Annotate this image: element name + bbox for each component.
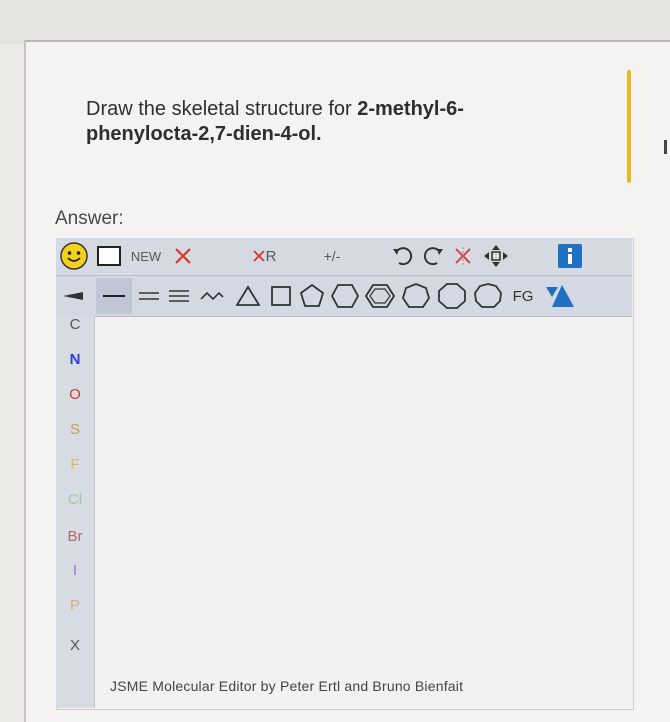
octagon-ring-icon (438, 283, 466, 309)
element-button-br[interactable]: Br (56, 528, 94, 545)
move-button[interactable] (480, 242, 512, 270)
r-group-button[interactable]: R (242, 242, 286, 270)
benzene-button[interactable] (362, 280, 398, 312)
wedge-bond-button[interactable] (58, 280, 88, 312)
hexagon-ring-icon (331, 284, 359, 308)
element-button-cl[interactable]: Cl (56, 491, 94, 508)
r-group-label: R (265, 247, 277, 265)
undo-button[interactable] (388, 242, 418, 270)
chain-icon (200, 291, 224, 301)
element-button-x[interactable]: X (56, 637, 94, 654)
delete-x-icon (175, 248, 191, 264)
info-icon (568, 248, 572, 264)
single-bond-button[interactable] (96, 278, 132, 314)
drawing-canvas[interactable] (95, 317, 632, 700)
new-label: NEW (130, 248, 162, 264)
select-rectangle-icon (97, 246, 121, 266)
element-button-n[interactable]: N (56, 351, 94, 368)
element-button-o[interactable]: O (56, 386, 94, 403)
move-arrows-icon (484, 245, 508, 267)
edge-mark (664, 140, 667, 154)
charge-label: +/- (323, 248, 341, 264)
compound-name-line2: phenylocta-2,7-dien-4-ol. (86, 123, 322, 145)
ring3-button[interactable] (230, 280, 266, 312)
redo-icon (423, 247, 443, 266)
triple-bond-icon (169, 290, 189, 302)
undo-icon (393, 247, 413, 266)
select-button[interactable] (94, 242, 124, 270)
r-group-delete-icon (252, 250, 265, 262)
double-bond-icon (139, 292, 159, 300)
benzene-ring-icon (365, 284, 395, 308)
element-button-f[interactable]: F (56, 456, 94, 473)
ring8-button[interactable] (434, 280, 470, 312)
ring6-button[interactable] (328, 280, 362, 312)
question-text: Draw the skeletal structure for 2-methyl… (86, 97, 556, 147)
query-triangle-icon (546, 285, 574, 307)
fg-label: FG (512, 287, 534, 305)
charge-button[interactable]: +/- (314, 242, 350, 270)
editor-toolbar-top: NEW R +/- (56, 238, 632, 276)
delete-atoms-icon (455, 247, 471, 265)
chain-button[interactable] (196, 280, 228, 312)
triangle-ring-icon (235, 285, 261, 306)
wedge-bond-icon (63, 292, 83, 300)
photo-background-top (0, 0, 670, 44)
element-button-c[interactable]: C (56, 316, 94, 333)
pentagon-ring-icon (299, 283, 325, 307)
double-bond-button[interactable] (134, 280, 164, 312)
ring7-button[interactable] (398, 280, 434, 312)
heptagon-ring-icon (402, 283, 430, 308)
ring5-button[interactable] (296, 280, 328, 312)
ring4-button[interactable] (266, 280, 296, 312)
editor-credit: JSME Molecular Editor by Peter Ertl and … (110, 678, 464, 694)
query-button[interactable] (542, 280, 578, 312)
ring9-button[interactable] (470, 280, 506, 312)
editor-toolbar-bonds: FG (56, 276, 632, 317)
answer-label: Answer: (55, 208, 124, 229)
new-button[interactable]: NEW (126, 242, 166, 270)
redo-button[interactable] (418, 242, 448, 270)
element-button-i[interactable]: I (56, 562, 94, 579)
square-ring-icon (271, 286, 291, 306)
nonagon-ring-icon (474, 283, 502, 308)
element-button-p[interactable]: P (56, 597, 94, 614)
info-button[interactable] (558, 244, 582, 268)
accent-bar (627, 70, 631, 183)
compound-name-line1: 2-methyl-6- (357, 98, 464, 120)
smiley-button[interactable] (57, 239, 91, 273)
functional-group-button[interactable]: FG (506, 280, 540, 312)
question-prefix: Draw the skeletal structure for (86, 98, 358, 120)
delete-button[interactable] (168, 242, 198, 270)
smiley-icon (60, 242, 88, 270)
triple-bond-button[interactable] (164, 280, 194, 312)
element-button-s[interactable]: S (56, 421, 94, 438)
single-bond-icon (103, 295, 125, 297)
delete-atoms-button[interactable] (448, 242, 478, 270)
